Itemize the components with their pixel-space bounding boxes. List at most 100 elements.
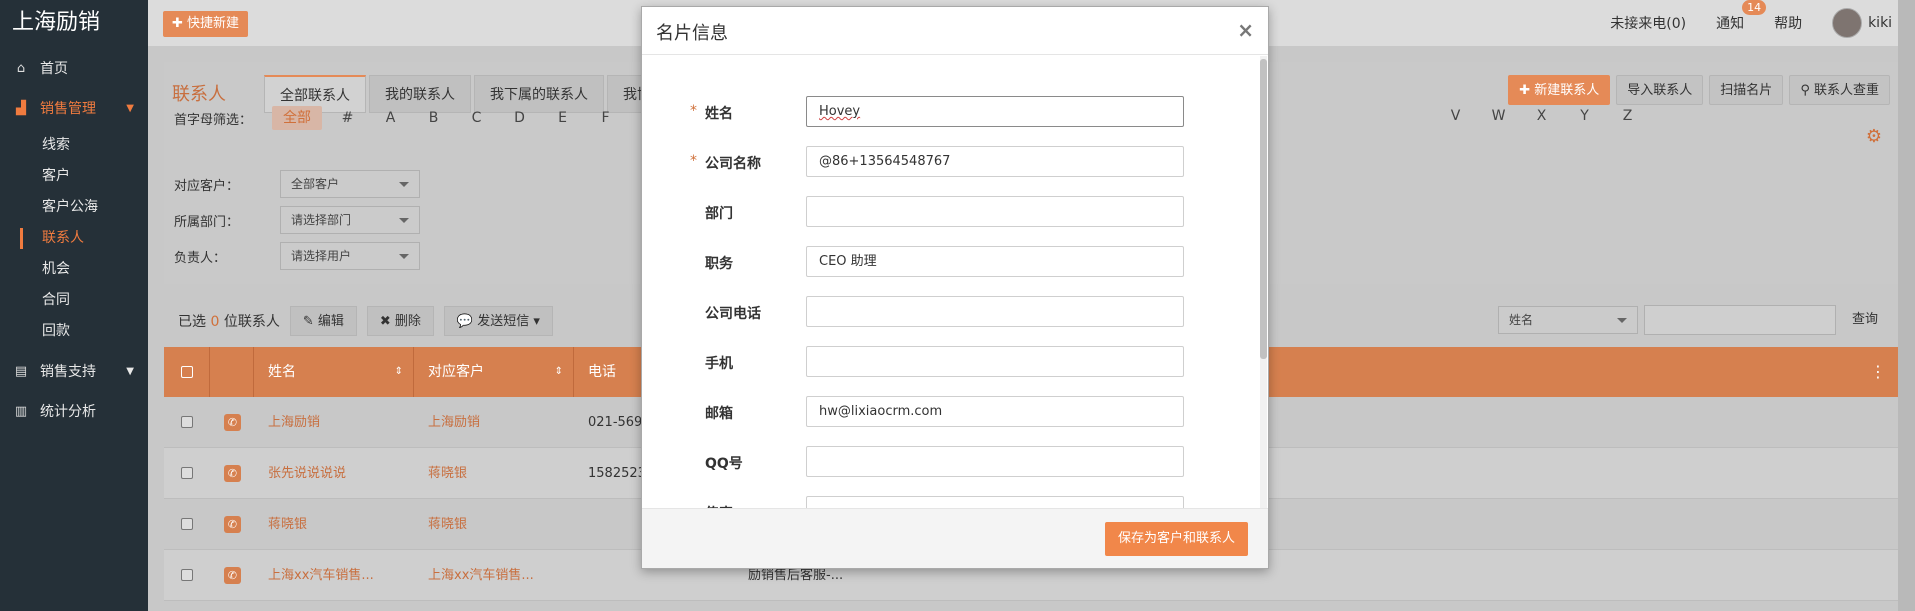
row-customer[interactable]: 蒋晓银 xyxy=(428,448,467,499)
selected-count: 已选 0 位联系人 xyxy=(178,311,280,331)
nav-home[interactable]: ⌂ 首页 xyxy=(0,48,148,88)
phone-icon[interactable]: ✆ xyxy=(224,414,241,431)
qq-input[interactable] xyxy=(806,446,1184,477)
edit-button[interactable]: ✎ 编辑 xyxy=(289,306,357,336)
page-actions: ✚ 新建联系人 导入联系人 扫描名片 ⚲ 联系人查重 xyxy=(1508,75,1890,105)
nav-sales-management[interactable]: ▟ 销售管理 ▼ xyxy=(0,88,148,128)
letter-all[interactable]: 全部 xyxy=(272,106,323,130)
letter-f[interactable]: F xyxy=(584,110,627,126)
letter-v[interactable]: V xyxy=(1434,108,1477,124)
dedupe-contacts-button[interactable]: ⚲ 联系人查重 xyxy=(1789,75,1890,105)
sms-label: 发送短信 xyxy=(477,314,530,329)
letter-hash[interactable]: # xyxy=(326,110,369,126)
letter-c[interactable]: C xyxy=(455,110,498,126)
letter-filter-label: 首字母筛选： xyxy=(174,112,253,128)
modal-title: 名片信息 xyxy=(656,23,728,44)
list-search: 姓名 查询 xyxy=(1497,305,1888,335)
row-customer[interactable]: 上海xx汽车销售... xyxy=(428,550,534,601)
row-phone: 021-569 xyxy=(588,415,643,430)
name-input[interactable]: Hovey xyxy=(806,96,1184,127)
email-input[interactable]: hw@lixiaocrm.com xyxy=(806,396,1184,427)
field-qq: QQ号 xyxy=(642,446,1242,478)
letter-x[interactable]: X xyxy=(1520,108,1563,124)
customer-select[interactable]: 全部客户 xyxy=(280,170,420,198)
scan-card-button[interactable]: 扫描名片 xyxy=(1709,75,1784,105)
page-title: 联系人 xyxy=(172,84,226,105)
brand-logo[interactable]: 上海励销 xyxy=(0,0,148,48)
customer-filter: 对应客户： 全部客户 xyxy=(174,170,420,198)
row-checkbox[interactable] xyxy=(181,467,193,479)
import-contacts-button[interactable]: 导入联系人 xyxy=(1616,75,1704,105)
owner-select[interactable]: 请选择用户 xyxy=(280,242,420,270)
row-name[interactable]: 张先说说说说 xyxy=(268,448,346,499)
row-checkbox[interactable] xyxy=(181,569,193,581)
modal-body: * 姓名 Hovey * 公司名称 @86+13564548767 部门 职务 … xyxy=(642,56,1268,510)
close-icon[interactable]: × xyxy=(1237,18,1254,42)
user-menu[interactable]: kiki ▼ xyxy=(1832,8,1905,38)
row-customer[interactable]: 上海励销 xyxy=(428,397,480,448)
col-customer-header[interactable]: 对应客户 ⇕ xyxy=(414,347,574,397)
notify-label: 通知 xyxy=(1716,16,1745,32)
required-mark: * xyxy=(690,153,697,169)
phone-icon[interactable]: ✆ xyxy=(224,567,241,584)
gear-icon[interactable]: ⚙ xyxy=(1866,126,1882,147)
customer-filter-label: 对应客户： xyxy=(174,178,240,194)
search-input[interactable] xyxy=(1643,305,1836,335)
company-phone-input[interactable] xyxy=(806,296,1184,327)
letter-w[interactable]: W xyxy=(1477,108,1520,124)
mobile-input[interactable] xyxy=(806,346,1184,377)
letter-filter: 首字母筛选： 全部 # A B C D E F xyxy=(174,106,627,130)
required-mark: * xyxy=(690,103,697,119)
nav-sales-support[interactable]: ▤ 销售支持 ▼ xyxy=(0,351,148,391)
new-contact-button[interactable]: ✚ 新建联系人 xyxy=(1508,75,1611,105)
select-all-checkbox[interactable] xyxy=(164,347,210,397)
row-phone: 1582523 xyxy=(588,466,646,481)
row-customer[interactable]: 蒋晓银 xyxy=(428,499,467,550)
letter-e[interactable]: E xyxy=(541,110,584,126)
missed-calls-link[interactable]: 未接来电(0) xyxy=(1610,13,1686,33)
sidebar-item-opportunities[interactable]: 机会 xyxy=(0,254,148,285)
letter-b[interactable]: B xyxy=(412,110,455,126)
sidebar-item-payments[interactable]: 回款 xyxy=(0,316,148,347)
field-department-label: 部门 xyxy=(705,206,733,222)
row-name[interactable]: 上海励销 xyxy=(268,397,320,448)
sidebar-item-contacts[interactable]: 联系人 xyxy=(0,223,148,254)
position-input[interactable]: CEO 助理 xyxy=(806,246,1184,277)
sidebar-item-customer-pool[interactable]: 客户公海 xyxy=(0,192,148,223)
quick-new-button[interactable]: ✚ 快捷新建 xyxy=(163,11,249,37)
sort-icon: ⇕ xyxy=(394,366,403,377)
nav-statistics[interactable]: ▥ 统计分析 xyxy=(0,391,148,431)
help-link[interactable]: 帮助 xyxy=(1774,13,1802,33)
search-field-select[interactable]: 姓名 xyxy=(1497,306,1638,334)
department-input[interactable] xyxy=(806,196,1184,227)
modal-scrollbar-thumb[interactable] xyxy=(1260,59,1267,359)
business-card-modal: 名片信息 × * 姓名 Hovey * 公司名称 @86+13564548767… xyxy=(641,6,1269,569)
top-right-menu: 未接来电(0) 通知 14 帮助 kiki ▼ xyxy=(1610,0,1905,46)
row-checkbox[interactable] xyxy=(181,518,193,530)
notify-link[interactable]: 通知 14 xyxy=(1716,0,1767,33)
more-columns-icon[interactable]: ⋮ xyxy=(1870,347,1886,397)
row-name[interactable]: 蒋晓银 xyxy=(268,499,307,550)
field-company-label: 公司名称 xyxy=(705,156,761,172)
phone-icon[interactable]: ✆ xyxy=(224,516,241,533)
sidebar-item-leads[interactable]: 线索 xyxy=(0,130,148,161)
phone-icon[interactable]: ✆ xyxy=(224,465,241,482)
sidebar-item-customers[interactable]: 客户 xyxy=(0,161,148,192)
letter-z[interactable]: Z xyxy=(1606,108,1649,124)
page-scrollbar[interactable] xyxy=(1898,0,1915,611)
company-input[interactable]: @86+13564548767 xyxy=(806,146,1184,177)
letter-y[interactable]: Y xyxy=(1563,108,1606,124)
send-sms-button[interactable]: 💬 发送短信 ▾ xyxy=(443,306,553,336)
field-email: 邮箱 hw@lixiaocrm.com xyxy=(642,396,1242,428)
sidebar-item-contracts[interactable]: 合同 xyxy=(0,285,148,316)
chevron-down-icon: ▼ xyxy=(126,102,134,114)
search-button[interactable]: 查询 xyxy=(1842,305,1888,335)
letter-a[interactable]: A xyxy=(369,110,412,126)
save-as-customer-and-contact-button[interactable]: 保存为客户和联系人 xyxy=(1104,522,1248,556)
letter-d[interactable]: D xyxy=(498,110,541,126)
col-name-header[interactable]: 姓名 ⇕ xyxy=(254,347,414,397)
row-checkbox[interactable] xyxy=(181,416,193,428)
delete-button[interactable]: ✖ 删除 xyxy=(366,306,434,336)
dept-select[interactable]: 请选择部门 xyxy=(280,206,420,234)
row-name[interactable]: 上海xx汽车销售... xyxy=(268,550,374,601)
